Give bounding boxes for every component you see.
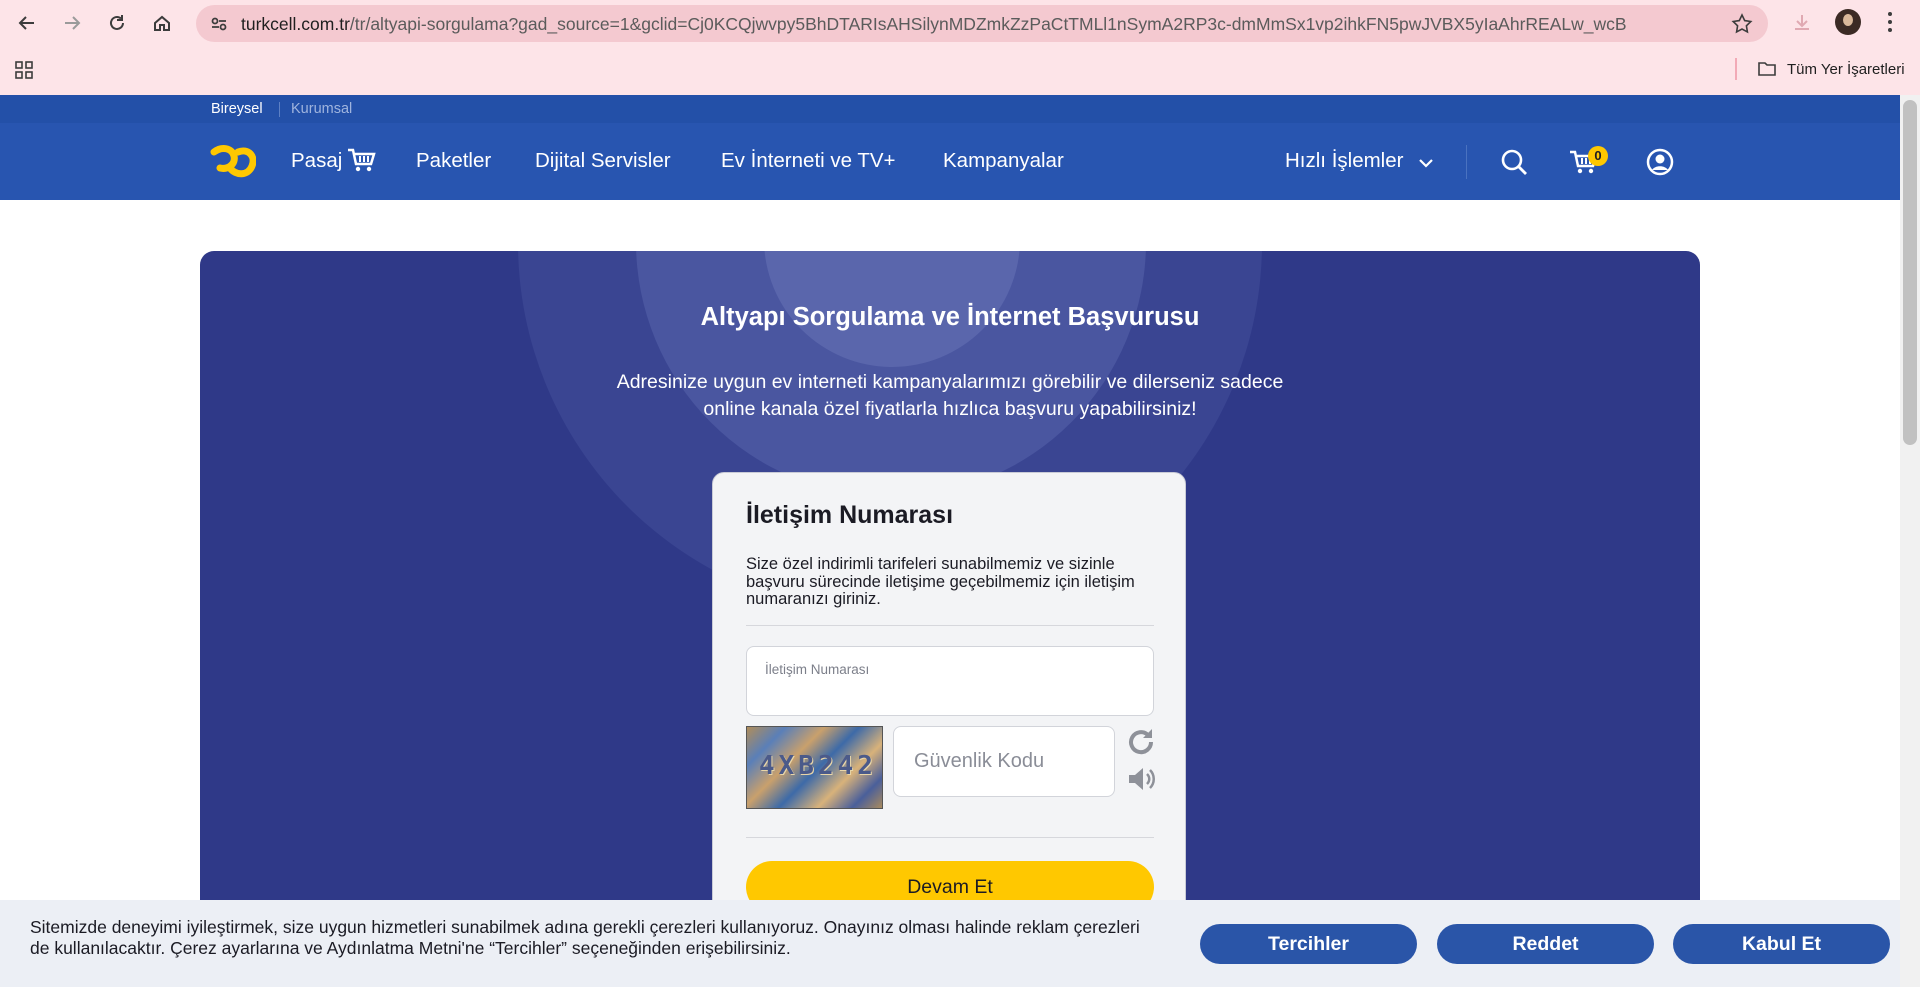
page-subtitle: Adresinize uygun ev interneti kampanyala… [616, 371, 1284, 420]
cookie-text: Sitemizde deneyimi iyileştirmek, size uy… [30, 917, 1140, 958]
contact-number-label: İletişim Numarası [765, 662, 870, 677]
menu-dots-icon[interactable] [1886, 10, 1894, 39]
cart-count-badge: 0 [1588, 146, 1608, 166]
nav-divider [1466, 145, 1467, 179]
reject-button[interactable]: Reddet [1437, 924, 1654, 964]
form-divider [746, 625, 1154, 626]
accept-button[interactable]: Kabul Et [1673, 924, 1890, 964]
scrollbar-thumb[interactable] [1903, 100, 1917, 445]
tab-corporate[interactable]: Kurumsal [291, 101, 352, 117]
form-title: İletişim Numarası [746, 501, 954, 529]
bookmark-star-icon[interactable] [1731, 13, 1753, 40]
hero-section: Altyapı Sorgulama ve İnternet Başvurusu … [200, 251, 1700, 987]
security-code-input[interactable]: Güvenlik Kodu [893, 726, 1115, 797]
browser-toolbar: turkcell.com.tr/tr/altyapi-sorgulama?gad… [0, 0, 1920, 46]
address-bar[interactable]: turkcell.com.tr/tr/altyapi-sorgulama?gad… [196, 5, 1768, 42]
turkcell-logo[interactable] [210, 142, 257, 187]
tab-personal[interactable]: Bireysel [211, 101, 263, 117]
nav-pasaj[interactable]: Pasaj [291, 149, 342, 173]
apps-grid-icon[interactable] [14, 60, 34, 85]
shopping-cart-icon [346, 147, 376, 178]
folder-icon [1757, 60, 1777, 83]
form-description: Size özel indirimli tarifeleri sunabilme… [746, 555, 1135, 608]
audio-captcha-icon[interactable] [1125, 763, 1157, 795]
main-navigation: Pasaj Paketler Dijital Servisler Ev İnte… [0, 123, 1900, 200]
bookmarks-bar: Tüm Yer İşaretleri [0, 46, 1920, 95]
nav-quick-actions[interactable]: Hızlı İşlemler [1285, 149, 1403, 173]
segment-strip: Bireysel Kurumsal [0, 95, 1900, 123]
search-icon[interactable] [1500, 148, 1528, 181]
cookie-banner: Sitemizde deneyimi iyileştirmek, size uy… [0, 900, 1900, 987]
reload-icon[interactable] [101, 7, 133, 39]
form-divider-bottom [746, 837, 1154, 838]
refresh-captcha-icon[interactable] [1125, 726, 1157, 758]
forward-icon[interactable] [56, 7, 88, 39]
segment-divider [279, 102, 280, 117]
site-settings-icon[interactable] [209, 14, 229, 39]
preferences-button[interactable]: Tercihler [1200, 924, 1417, 964]
all-bookmarks-link[interactable]: Tüm Yer İşaretleri [1787, 61, 1905, 78]
url-text: turkcell.com.tr/tr/altyapi-sorgulama?gad… [241, 14, 1627, 34]
captcha-image: 4XB242 [746, 726, 883, 809]
security-code-placeholder: Güvenlik Kodu [914, 750, 1045, 772]
profile-avatar[interactable] [1835, 9, 1861, 35]
back-icon[interactable] [11, 7, 43, 39]
download-icon[interactable] [1792, 12, 1812, 37]
contact-number-input[interactable]: İletişim Numarası [746, 646, 1154, 716]
page-title: Altyapı Sorgulama ve İnternet Başvurusu [700, 303, 1200, 331]
home-icon[interactable] [146, 7, 178, 39]
account-icon[interactable] [1646, 148, 1674, 181]
nav-packages[interactable]: Paketler [416, 149, 491, 173]
nav-digital-services[interactable]: Dijital Servisler [535, 149, 671, 173]
nav-home-internet-tv[interactable]: Ev İnterneti ve TV+ [721, 149, 896, 173]
nav-campaigns[interactable]: Kampanyalar [943, 149, 1064, 173]
bookmarks-divider [1735, 58, 1737, 80]
chevron-down-icon[interactable] [1418, 156, 1434, 174]
